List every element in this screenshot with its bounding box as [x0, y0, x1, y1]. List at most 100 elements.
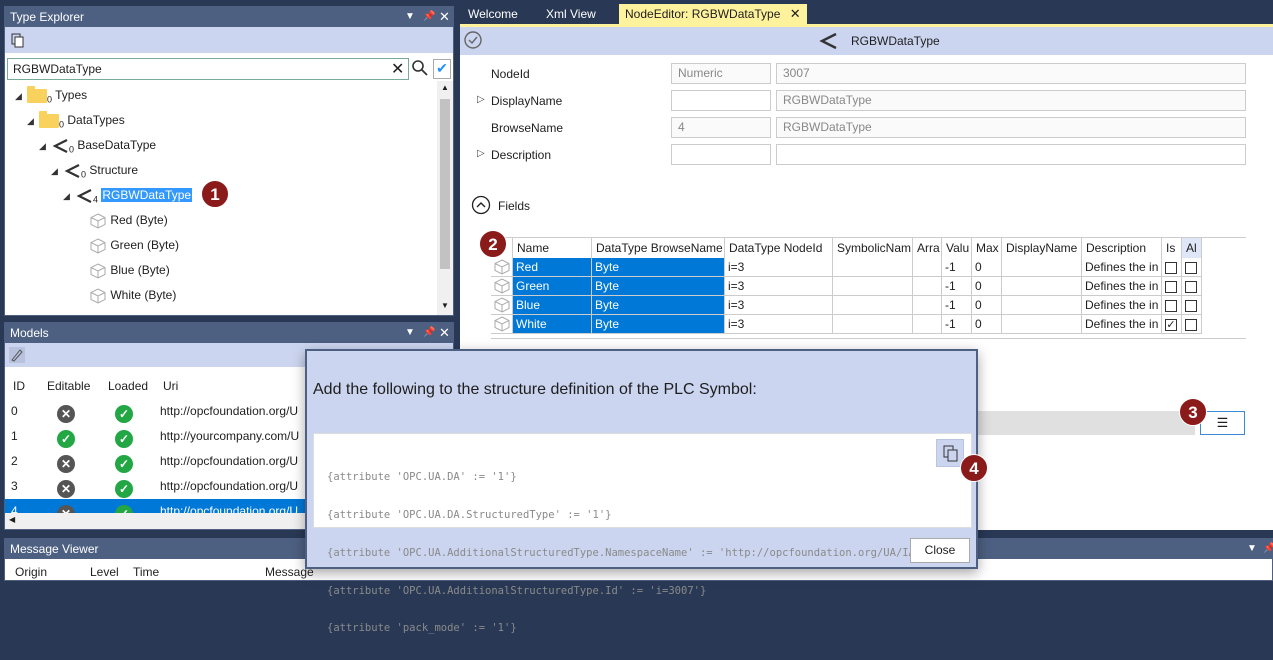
apply-filter-checkbox[interactable]: ✔ [433, 59, 451, 79]
close-icon[interactable]: ✕ [439, 7, 450, 27]
tree-item-blue[interactable]: Blue (Byte) [89, 260, 170, 280]
column-loaded[interactable]: Loaded [108, 375, 148, 397]
grid-cell-empty[interactable] [833, 296, 913, 315]
table-row[interactable]: 0 ✕ ✓ http://opcfoundation.org/U [5, 399, 305, 424]
displayname-value-field[interactable]: RGBWDataType [776, 90, 1246, 111]
column-editable[interactable]: Editable [47, 375, 90, 397]
column-level[interactable]: Level [90, 565, 119, 579]
displayname-locale-field[interactable] [671, 90, 771, 111]
grid-checkbox-cell[interactable] [1162, 258, 1182, 277]
grid-checkbox-cell[interactable] [1182, 277, 1202, 296]
grid-cell-empty[interactable] [1002, 258, 1082, 277]
grid-cell-dt[interactable]: Byte [592, 315, 725, 334]
column-is-optional[interactable]: Is [1162, 238, 1182, 258]
grid-cell-name[interactable]: Green [513, 277, 592, 296]
tab-welcome[interactable]: Welcome [462, 4, 524, 24]
models-hscrollbar[interactable]: ◀ [5, 513, 305, 529]
dropdown-icon[interactable]: ▼ [405, 323, 415, 343]
copy-icon[interactable] [10, 32, 26, 48]
close-button[interactable]: Close [910, 538, 970, 563]
browsename-value-field[interactable]: RGBWDataType [776, 117, 1246, 138]
grid-cell-dt[interactable]: Byte [592, 258, 725, 277]
grid-checkbox-cell[interactable] [1162, 296, 1182, 315]
clear-search-icon[interactable]: ✕ [391, 59, 404, 79]
dropdown-icon[interactable]: ▼ [1247, 539, 1257, 559]
grid-cell-max[interactable]: 0 [972, 258, 1002, 277]
column-allow-subtypes[interactable]: Al [1182, 238, 1202, 258]
pin-icon[interactable]: 📌 [1263, 539, 1273, 559]
grid-cell-desc[interactable]: Defines the in [1082, 277, 1162, 296]
attribute-code-box[interactable]: {attribute 'OPC.UA.DA' := '1'} {attribut… [313, 433, 972, 634]
column-id[interactable]: ID [13, 375, 25, 397]
scroll-left-icon[interactable]: ◀ [9, 515, 15, 524]
grid-checkbox-cell[interactable] [1182, 296, 1202, 315]
grid-cell-name[interactable]: Blue [513, 296, 592, 315]
tree-item-datatypes[interactable]: ◢ 0 DataTypes [27, 110, 125, 130]
column-uri[interactable]: Uri [163, 375, 178, 397]
grid-cell-empty[interactable] [833, 315, 913, 334]
grid-cell-name[interactable]: White [513, 315, 592, 334]
is-optional-checkbox[interactable] [1165, 299, 1177, 312]
column-description[interactable]: Description [1082, 238, 1162, 258]
grid-cell-dt[interactable]: Byte [592, 277, 725, 296]
grid-checkbox-cell[interactable] [1182, 258, 1202, 277]
tree-item-types[interactable]: ◢ 0 Types [15, 85, 87, 105]
grid-cell-max[interactable]: 0 [972, 296, 1002, 315]
grid-cell-empty[interactable] [913, 315, 942, 334]
expand-displayname-icon[interactable]: ▷ [477, 94, 485, 105]
tree-item-structure[interactable]: ◢ 0 Structure [51, 160, 138, 180]
allow-subtypes-checkbox[interactable] [1185, 280, 1197, 293]
grid-cell-valu[interactable]: -1 [942, 258, 972, 277]
description-locale-field[interactable] [671, 144, 771, 165]
grid-cell-empty[interactable] [913, 296, 942, 315]
grid-checkbox-cell[interactable] [1162, 277, 1182, 296]
validate-icon[interactable] [463, 30, 483, 50]
tree-item-rgbwdatatype[interactable]: ◢ 4 RGBWDataType [63, 185, 193, 205]
column-symbolicname[interactable]: SymbolicNam [833, 238, 913, 258]
allow-subtypes-checkbox[interactable] [1185, 261, 1197, 274]
pin-icon[interactable]: 📌 [423, 323, 435, 343]
column-time[interactable]: Time [133, 565, 159, 579]
close-tab-icon[interactable]: ✕ [790, 6, 801, 21]
browsename-ns-field[interactable]: 4 [671, 117, 771, 138]
column-datatype-nodeid[interactable]: DataType NodeId [725, 238, 833, 258]
nodeid-value-field[interactable]: 3007 [776, 63, 1246, 84]
collapse-fields-icon[interactable] [471, 195, 491, 215]
scroll-thumb[interactable] [440, 99, 450, 269]
grid-cell-name[interactable]: Red [513, 258, 592, 277]
grid-cell-empty[interactable] [833, 277, 913, 296]
grid-cell-max[interactable]: 0 [972, 277, 1002, 296]
tree-item-red[interactable]: Red (Byte) [89, 210, 168, 230]
allow-subtypes-checkbox[interactable] [1185, 318, 1197, 331]
column-displayname[interactable]: DisplayName [1002, 238, 1082, 258]
grid-cell-empty[interactable] [1002, 315, 1082, 334]
column-name[interactable]: Name [513, 238, 592, 258]
scroll-up-icon[interactable]: ▲ [441, 83, 449, 92]
tree-item-green[interactable]: Green (Byte) [89, 235, 179, 255]
edit-icon[interactable] [9, 347, 25, 363]
column-array[interactable]: Arra [913, 238, 942, 258]
grid-cell-desc[interactable]: Defines the in [1082, 258, 1162, 277]
search-icon[interactable] [411, 59, 429, 77]
column-value[interactable]: Valu [942, 238, 972, 258]
expand-description-icon[interactable]: ▷ [477, 148, 485, 159]
grid-cell-max[interactable]: 0 [972, 315, 1002, 334]
table-row[interactable]: 1 ✓ ✓ http://yourcompany.com/U [5, 424, 305, 449]
column-datatype-browsename[interactable]: DataType BrowseName [592, 238, 725, 258]
grid-cell-valu[interactable]: -1 [942, 277, 972, 296]
is-optional-checkbox[interactable] [1165, 280, 1177, 293]
grid-checkbox-cell[interactable] [1182, 315, 1202, 334]
pin-icon[interactable]: 📌 [423, 7, 435, 27]
table-row[interactable]: 2 ✕ ✓ http://opcfoundation.org/U [5, 449, 305, 474]
grid-cell-desc[interactable]: Defines the in [1082, 315, 1162, 334]
description-value-field[interactable] [776, 144, 1246, 165]
grid-cell-nodeid[interactable]: i=3 [725, 296, 833, 315]
dropdown-icon[interactable]: ▼ [405, 7, 415, 27]
grid-cell-empty[interactable] [913, 277, 942, 296]
grid-cell-empty[interactable] [913, 258, 942, 277]
table-row[interactable]: 3 ✕ ✓ http://opcfoundation.org/U [5, 474, 305, 499]
grid-cell-nodeid[interactable]: i=3 [725, 315, 833, 334]
grid-cell-dt[interactable]: Byte [592, 296, 725, 315]
close-icon[interactable]: ✕ [439, 323, 450, 343]
is-optional-checkbox[interactable] [1165, 261, 1177, 274]
